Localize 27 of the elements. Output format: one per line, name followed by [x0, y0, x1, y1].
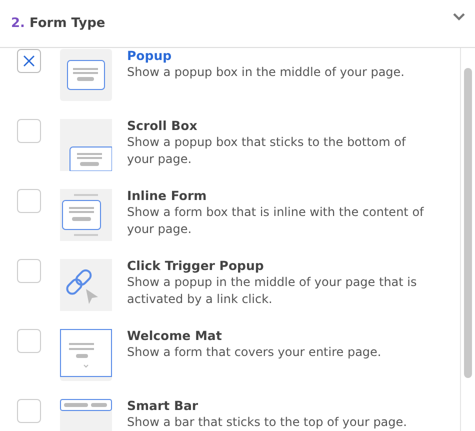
form-preview-drawing	[60, 49, 112, 101]
form-type-description: Show a popup box in the middle of your page.	[127, 64, 406, 81]
form-preview-drawing	[60, 329, 112, 381]
chevron-icon[interactable]	[453, 13, 465, 21]
form-type-description: Show a form that covers your entire page.	[127, 344, 382, 361]
form-type-title[interactable]: Inline Form	[127, 187, 427, 204]
form-preview-drawing	[60, 119, 112, 171]
form-type-description: Show a form box that is inline with the content of your page.	[127, 204, 425, 238]
form-type-title[interactable]: Popup	[127, 47, 427, 64]
form-type-description: Show a popup in the middle of your page that is activated by a link click.	[127, 274, 418, 308]
cross-icon	[23, 55, 35, 67]
form-type-description: Show a popup box that sticks to the bottom of your page.	[127, 134, 407, 168]
form-type-description: Show a bar that sticks to the top of your page.	[127, 414, 408, 431]
link-icon	[60, 259, 112, 311]
checkbox[interactable]	[17, 119, 41, 143]
form-type-title[interactable]: Click Trigger Popup	[127, 257, 427, 274]
form-type-title[interactable]: Smart Bar	[127, 397, 427, 414]
checkbox[interactable]	[17, 399, 41, 423]
scrollbar[interactable]	[460, 48, 475, 431]
form-type-title[interactable]: Welcome Mat	[127, 327, 427, 344]
form-type-title[interactable]: Scroll Box	[127, 117, 427, 134]
section-title: 2. Form Type	[11, 16, 106, 31]
checkbox[interactable]	[17, 329, 41, 353]
checkbox[interactable]	[17, 49, 41, 73]
checkbox[interactable]	[17, 259, 41, 283]
form-preview-drawing	[60, 189, 112, 241]
checkbox[interactable]	[17, 189, 41, 213]
